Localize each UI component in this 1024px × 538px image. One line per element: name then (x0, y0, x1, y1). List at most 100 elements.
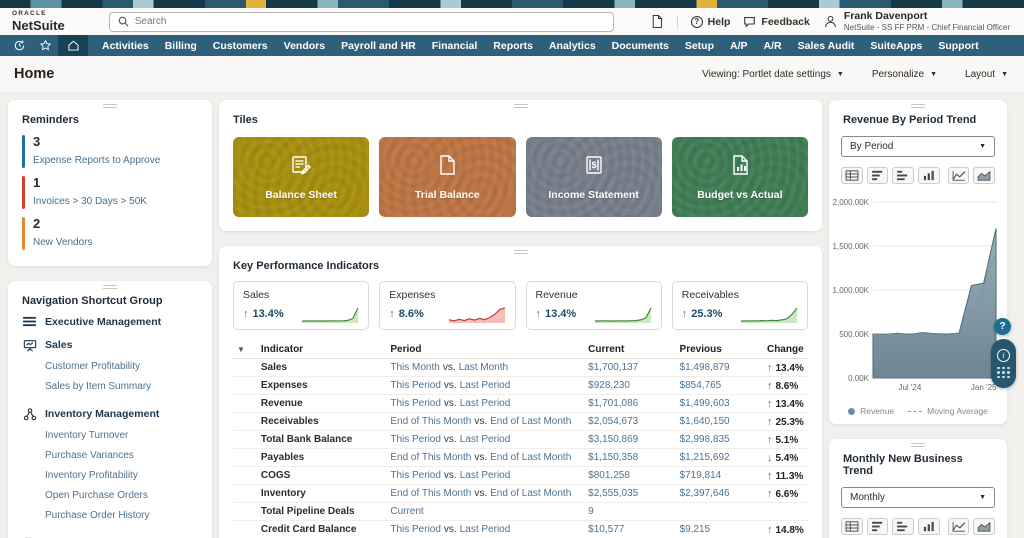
nav-menu-item[interactable]: Billing (157, 35, 205, 56)
reminder-link[interactable]: Expense Reports to Approve (33, 155, 160, 166)
nav-menu-item[interactable]: Documents (604, 35, 677, 56)
cell-previous[interactable]: $1,640,150 (676, 413, 763, 431)
cell-current[interactable]: $2,555,035 (584, 485, 675, 503)
viewing-dropdown[interactable]: Viewing: Portlet date settings ▼ (702, 69, 844, 80)
kpi-table-row[interactable]: Revenue This Periodvs.Last Period $1,701… (233, 395, 808, 413)
kpi-table-row[interactable]: Receivables End of This Monthvs.End of L… (233, 413, 808, 431)
kpi-table-row[interactable]: Expenses This Periodvs.Last Period $928,… (233, 377, 808, 395)
cell-current[interactable]: $801,258 (584, 467, 675, 485)
kpi-table-row[interactable]: Sales This Monthvs.Last Month $1,700,137… (233, 359, 808, 377)
legend-moving-average[interactable]: Moving Average (908, 406, 988, 416)
home-tab[interactable] (58, 35, 88, 56)
table-view-icon[interactable] (841, 518, 863, 535)
nav-menu-item[interactable]: Activities (94, 35, 157, 56)
reminder-item[interactable]: 1 Invoices > 30 Days > 50K (8, 176, 212, 209)
kpi-card-revenue[interactable]: Revenue ↑ 13.4% (526, 281, 662, 330)
cell-current[interactable]: $2,054,673 (584, 413, 675, 431)
nav-menu-item[interactable]: A/R (756, 35, 790, 56)
drag-handle-icon[interactable] (911, 104, 925, 108)
search-input[interactable] (135, 16, 605, 27)
shortcut-group-executive-management[interactable]: Executive Management (22, 316, 198, 328)
reminder-item[interactable]: 3 Expense Reports to Approve (8, 135, 212, 168)
period-select[interactable]: By Period ▼ (841, 136, 995, 157)
nav-menu-item[interactable]: Vendors (276, 35, 333, 56)
nav-menu-item[interactable]: Sales Audit (790, 35, 863, 56)
area-chart-icon[interactable] (973, 167, 995, 184)
bar-list-alt-icon[interactable] (892, 518, 914, 535)
shortcut-group-inventory-management[interactable]: Inventory Management (22, 408, 198, 421)
reminder-link[interactable]: New Vendors (33, 237, 92, 248)
nav-menu-item[interactable]: Customers (205, 35, 276, 56)
drag-handle-icon[interactable] (514, 104, 528, 108)
reminder-link[interactable]: Invoices > 30 Days > 50K (33, 196, 147, 207)
shortcut-link[interactable]: Customer Profitability (45, 357, 198, 377)
legend-revenue[interactable]: Revenue (848, 406, 894, 416)
shortcut-link[interactable]: Purchase Order History (45, 506, 198, 526)
cell-current[interactable]: $10,577 (584, 521, 675, 538)
shortcut-link[interactable]: Purchase Variances (45, 446, 198, 466)
cell-current[interactable]: $1,700,137 (584, 359, 675, 377)
cell-previous[interactable]: $854,765 (676, 377, 763, 395)
shortcuts-star-icon[interactable] (32, 35, 58, 56)
cell-previous[interactable]: $9,215 (676, 521, 763, 538)
cell-current[interactable]: $1,150,358 (584, 449, 675, 467)
column-header[interactable]: Change (763, 341, 808, 359)
area-chart-icon[interactable] (973, 518, 995, 535)
drag-handle-icon[interactable] (911, 443, 925, 447)
user-menu[interactable]: Frank Davenport NetSuite - SS FF PRM - C… (823, 10, 1010, 32)
nav-menu-item[interactable]: Setup (677, 35, 722, 56)
column-chart-icon[interactable] (918, 167, 940, 184)
feedback-button[interactable]: Feedback (743, 16, 809, 28)
kpi-card-expenses[interactable]: Expenses ↑ 8.6% (379, 281, 515, 330)
kpi-table-row[interactable]: Credit Card Balance This Periodvs.Last P… (233, 521, 808, 538)
nav-menu-item[interactable]: Financial (424, 35, 486, 56)
cell-current[interactable]: $928,230 (584, 377, 675, 395)
column-header[interactable]: Current (584, 341, 675, 359)
global-search[interactable] (109, 12, 614, 32)
drag-handle-icon[interactable] (103, 285, 117, 289)
reminder-item[interactable]: 2 New Vendors (8, 217, 212, 250)
assistant-fab-button[interactable]: i (991, 339, 1016, 388)
nav-menu-item[interactable]: Analytics (541, 35, 604, 56)
personalize-dropdown[interactable]: Personalize ▼ (872, 69, 937, 80)
create-document-icon[interactable] (650, 14, 664, 29)
column-header[interactable]: Period (386, 341, 584, 359)
nav-menu-item[interactable]: Payroll and HR (333, 35, 424, 56)
cell-current[interactable]: $1,701,086 (584, 395, 675, 413)
cell-previous[interactable]: $1,498,879 (676, 359, 763, 377)
trial-balance-tile[interactable]: Trial Balance (379, 137, 515, 217)
kpi-card-sales[interactable]: Sales ↑ 13.4% (233, 281, 369, 330)
nav-menu-item[interactable]: SuiteApps (862, 35, 930, 56)
cell-previous[interactable]: $1,215,692 (676, 449, 763, 467)
balance-sheet-tile[interactable]: Balance Sheet (233, 137, 369, 217)
kpi-table-row[interactable]: Total Pipeline Deals Current 9 (233, 503, 808, 521)
shortcut-link[interactable]: Open Purchase Orders (45, 486, 198, 506)
kpi-table-row[interactable]: Payables End of This Monthvs.End of Last… (233, 449, 808, 467)
budget-vs-actual-tile[interactable]: Budget vs Actual (672, 137, 808, 217)
table-view-icon[interactable] (841, 167, 863, 184)
shortcut-link[interactable]: Sales by Item Summary (45, 377, 198, 397)
netsuite-logo[interactable]: ORACLE NetSuite (12, 11, 65, 32)
help-fab-button[interactable]: ? (994, 318, 1011, 335)
drag-handle-icon[interactable] (514, 250, 528, 254)
line-chart-icon[interactable] (948, 167, 970, 184)
income-statement-tile[interactable]: $ Income Statement (526, 137, 662, 217)
cell-current[interactable]: $3,150,869 (584, 431, 675, 449)
shortcut-link[interactable]: Inventory Turnover (45, 426, 198, 446)
cell-previous[interactable]: $1,499,603 (676, 395, 763, 413)
column-chart-icon[interactable] (918, 518, 940, 535)
bar-list-icon[interactable] (867, 167, 889, 184)
kpi-card-receivables[interactable]: Receivables ↑ 25.3% (672, 281, 808, 330)
kpi-table-row[interactable]: Total Bank Balance This Periodvs.Last Pe… (233, 431, 808, 449)
shortcut-group-sales[interactable]: Sales (22, 339, 198, 352)
cell-previous[interactable] (676, 503, 763, 521)
cell-previous[interactable]: $719,814 (676, 467, 763, 485)
table-options-caret-icon[interactable]: ▼ (237, 345, 245, 354)
revenue-trend-chart[interactable]: 2,000.00K1,500.00K1,000.00K500.00K0.00KJ… (833, 192, 1003, 404)
nav-menu-item[interactable]: Reports (485, 35, 541, 56)
nav-menu-item[interactable]: Support (930, 35, 986, 56)
bar-list-alt-icon[interactable] (892, 167, 914, 184)
bar-list-icon[interactable] (867, 518, 889, 535)
monthly-select[interactable]: Monthly ▼ (841, 487, 995, 508)
kpi-table-row[interactable]: COGS This Periodvs.Last Period $801,258 … (233, 467, 808, 485)
